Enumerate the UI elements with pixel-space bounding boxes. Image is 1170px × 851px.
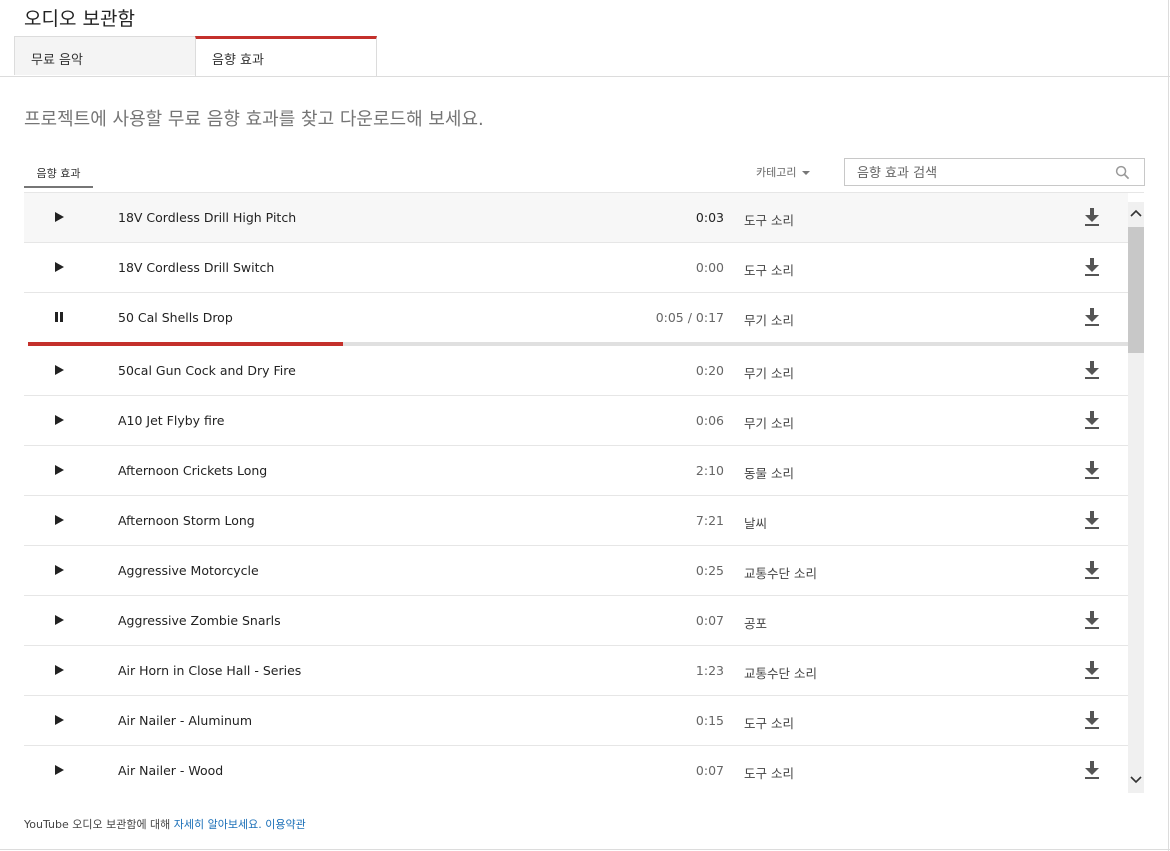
track-row[interactable]: Aggressive Motorcycle 0:25 교통수단 소리 — [24, 546, 1128, 596]
caret-down-icon — [802, 171, 811, 175]
track-category: 도구 소리 — [744, 766, 794, 781]
category-label: 카테고리 — [756, 166, 797, 179]
download-icon[interactable] — [1084, 660, 1100, 680]
right-divider — [1168, 0, 1169, 851]
search-input[interactable] — [855, 160, 1109, 186]
play-icon[interactable] — [52, 663, 66, 677]
play-icon[interactable] — [52, 563, 66, 577]
track-row[interactable]: Aggressive Zombie Snarls 0:07 공포 — [24, 596, 1128, 646]
track-row[interactable]: Air Nailer - Wood 0:07 도구 소리 — [24, 746, 1128, 793]
track-category: 공포 — [744, 616, 768, 631]
track-row[interactable]: 18V Cordless Drill High Pitch 0:03 도구 소리 — [24, 193, 1128, 243]
track-duration: 0:05 / 0:17 — [655, 310, 724, 325]
play-icon[interactable] — [52, 260, 66, 274]
scroll-down-icon[interactable] — [1128, 771, 1144, 787]
track-category: 도구 소리 — [744, 213, 794, 228]
track-name: 50cal Gun Cock and Dry Fire — [118, 363, 296, 378]
download-icon[interactable] — [1084, 710, 1100, 730]
page-subtitle: 프로젝트에 사용할 무료 음향 효과를 찾고 다운로드해 보세요. — [24, 109, 484, 130]
footer: YouTube 오디오 보관함에 대해 자세히 알아보세요. 이용약관 — [24, 816, 306, 832]
download-icon[interactable] — [1084, 510, 1100, 530]
track-category: 동물 소리 — [744, 466, 794, 481]
track-category: 무기 소리 — [744, 366, 794, 381]
track-category: 무기 소리 — [744, 313, 794, 328]
download-icon[interactable] — [1084, 307, 1100, 327]
play-icon[interactable] — [52, 613, 66, 627]
play-icon[interactable] — [52, 763, 66, 777]
play-icon[interactable] — [52, 413, 66, 427]
download-icon[interactable] — [1084, 610, 1100, 630]
track-name: Afternoon Storm Long — [118, 513, 255, 528]
track-category: 무기 소리 — [744, 416, 794, 431]
play-icon[interactable] — [52, 713, 66, 727]
footer-text: YouTube 오디오 보관함에 대해 — [24, 818, 174, 831]
track-category: 교통수단 소리 — [744, 566, 817, 581]
bottom-divider — [0, 849, 1170, 850]
track-duration: 0:07 — [695, 613, 724, 628]
track-name: 18V Cordless Drill Switch — [118, 260, 275, 275]
play-icon[interactable] — [52, 513, 66, 527]
track-duration: 0:03 — [695, 210, 724, 225]
track-name: Air Nailer - Wood — [118, 763, 224, 778]
pause-icon[interactable] — [52, 310, 66, 324]
track-name: Air Horn in Close Hall - Series — [118, 663, 302, 678]
track-row[interactable]: A10 Jet Flyby fire 0:06 무기 소리 — [24, 396, 1128, 446]
download-icon[interactable] — [1084, 257, 1100, 277]
track-name: Air Nailer - Aluminum — [118, 713, 252, 728]
track-duration: 1:23 — [695, 663, 724, 678]
track-duration: 0:00 — [695, 260, 724, 275]
search-box[interactable] — [844, 158, 1145, 186]
tabs-divider — [0, 76, 1170, 77]
track-duration: 2:10 — [695, 463, 724, 478]
track-name: 18V Cordless Drill High Pitch — [118, 210, 297, 225]
track-row[interactable]: Air Horn in Close Hall - Series 1:23 교통수단 … — [24, 646, 1128, 696]
download-icon[interactable] — [1084, 560, 1100, 580]
track-row[interactable]: Air Nailer - Aluminum 0:15 도구 소리 — [24, 696, 1128, 746]
track-duration: 0:15 — [695, 713, 724, 728]
track-duration: 7:21 — [695, 513, 724, 528]
track-duration: 0:20 — [695, 363, 724, 378]
scrollbar-thumb[interactable] — [1128, 227, 1144, 353]
learn-more-link[interactable]: 자세히 알아보세요. — [174, 818, 262, 831]
tab-free-music[interactable]: 무료 음악 — [14, 36, 196, 75]
download-icon[interactable] — [1084, 360, 1100, 380]
sub-tab-sound-effects[interactable]: 음향 효과 — [24, 162, 93, 188]
track-duration: 0:07 — [695, 763, 724, 778]
track-name: Aggressive Motorcycle — [118, 563, 259, 578]
track-row[interactable]: 50cal Gun Cock and Dry Fire 0:20 무기 소리 — [24, 346, 1128, 396]
track-category: 도구 소리 — [744, 716, 794, 731]
track-duration: 0:25 — [695, 563, 724, 578]
play-icon[interactable] — [52, 463, 66, 477]
track-category: 도구 소리 — [744, 263, 794, 278]
track-name: Aggressive Zombie Snarls — [118, 613, 281, 628]
track-row[interactable]: 18V Cordless Drill Switch 0:00 도구 소리 — [24, 243, 1128, 293]
scroll-up-icon[interactable] — [1128, 206, 1144, 222]
track-duration: 0:06 — [695, 413, 724, 428]
track-row[interactable]: Afternoon Storm Long 7:21 날씨 — [24, 496, 1128, 546]
track-name: A10 Jet Flyby fire — [118, 413, 225, 428]
track-name: 50 Cal Shells Drop — [118, 310, 233, 325]
track-category: 날씨 — [744, 516, 768, 531]
download-icon[interactable] — [1084, 760, 1100, 780]
search-icon[interactable] — [1115, 165, 1130, 180]
terms-link[interactable]: 이용약관 — [265, 818, 305, 831]
track-row[interactable]: Afternoon Crickets Long 2:10 동물 소리 — [24, 446, 1128, 496]
download-icon[interactable] — [1084, 460, 1100, 480]
track-row[interactable]: 50 Cal Shells Drop 0:05 / 0:17 무기 소리 — [24, 293, 1128, 346]
download-icon[interactable] — [1084, 207, 1100, 227]
category-dropdown[interactable]: 카테고리 — [756, 164, 811, 180]
page-title: 오디오 보관함 — [24, 8, 135, 30]
download-icon[interactable] — [1084, 410, 1100, 430]
scrollbar[interactable] — [1128, 202, 1144, 793]
play-icon[interactable] — [52, 210, 66, 224]
play-icon[interactable] — [52, 363, 66, 377]
tab-sound-effects[interactable]: 음향 효과 — [195, 36, 377, 77]
track-list: 18V Cordless Drill High Pitch 0:03 도구 소리 18… — [24, 193, 1128, 793]
track-category: 교통수단 소리 — [744, 666, 817, 681]
track-name: Afternoon Crickets Long — [118, 463, 268, 478]
